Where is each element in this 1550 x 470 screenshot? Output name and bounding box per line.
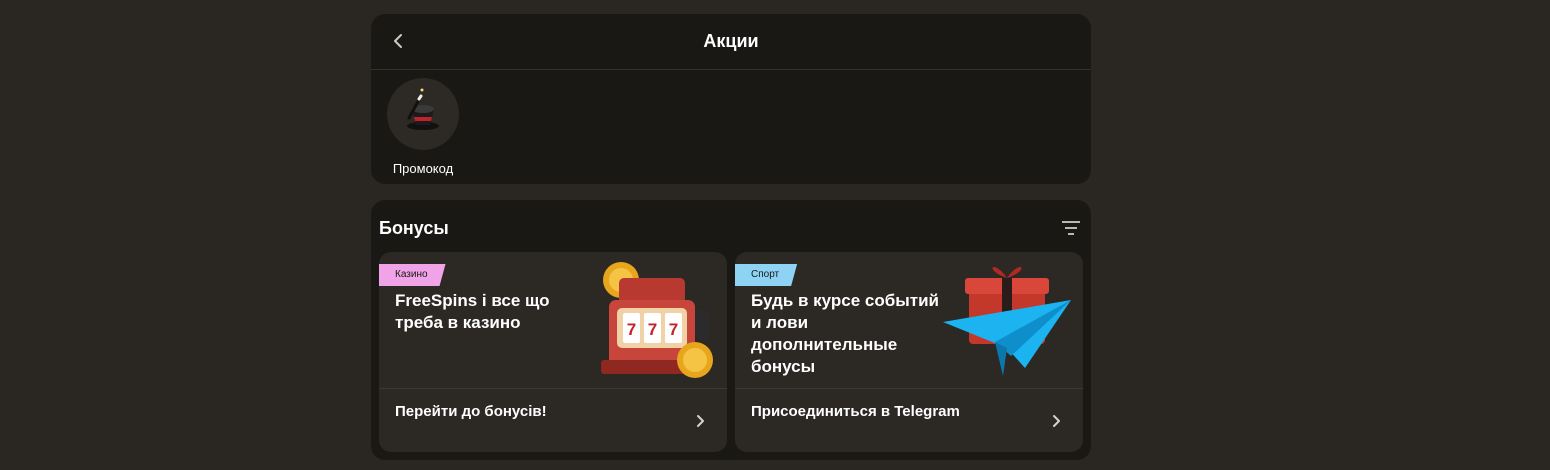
promo-item-promocode[interactable]: Промокод bbox=[387, 78, 459, 176]
card-action-link[interactable]: Перейти до бонусів! bbox=[395, 403, 547, 420]
page-title: Акции bbox=[703, 31, 759, 51]
card-action-link[interactable]: Присоединиться в Telegram bbox=[751, 403, 960, 420]
promo-item-label: Промокод bbox=[392, 161, 454, 176]
bonus-card-sport[interactable]: Спорт Будь в курсе событий и лови дополн… bbox=[735, 252, 1083, 452]
chevron-right-icon bbox=[1053, 415, 1060, 427]
promo-panel: Акции Промокод bbox=[371, 14, 1091, 184]
card-title: Будь в курсе событий и лови дополнительн… bbox=[751, 291, 940, 376]
filter-icon bbox=[1062, 221, 1080, 235]
telegram-gift-icon bbox=[939, 256, 1079, 391]
magic-hat-icon bbox=[387, 78, 459, 150]
card-footer: Перейти до бонусів! bbox=[379, 388, 727, 452]
slot-machine-icon: 7 7 7 bbox=[583, 256, 723, 391]
svg-text:7: 7 bbox=[669, 320, 678, 339]
category-tag: Спорт bbox=[735, 264, 797, 286]
filter-button[interactable] bbox=[1059, 217, 1083, 239]
card-footer: Присоединиться в Telegram bbox=[735, 388, 1083, 452]
svg-text:7: 7 bbox=[648, 320, 657, 339]
category-tag: Казино bbox=[379, 264, 446, 286]
bonus-card-casino[interactable]: Казино FreeSpins і все що треба в казино… bbox=[379, 252, 727, 452]
section-title: Бонусы bbox=[379, 218, 449, 238]
card-title: FreeSpins і все що треба в казино bbox=[395, 291, 550, 332]
chevron-right-icon bbox=[697, 415, 704, 427]
bonuses-panel: Бонусы Казино FreeSpins і все що треба в… bbox=[371, 200, 1091, 460]
page-header: Акции bbox=[371, 14, 1091, 70]
svg-text:7: 7 bbox=[627, 320, 636, 339]
